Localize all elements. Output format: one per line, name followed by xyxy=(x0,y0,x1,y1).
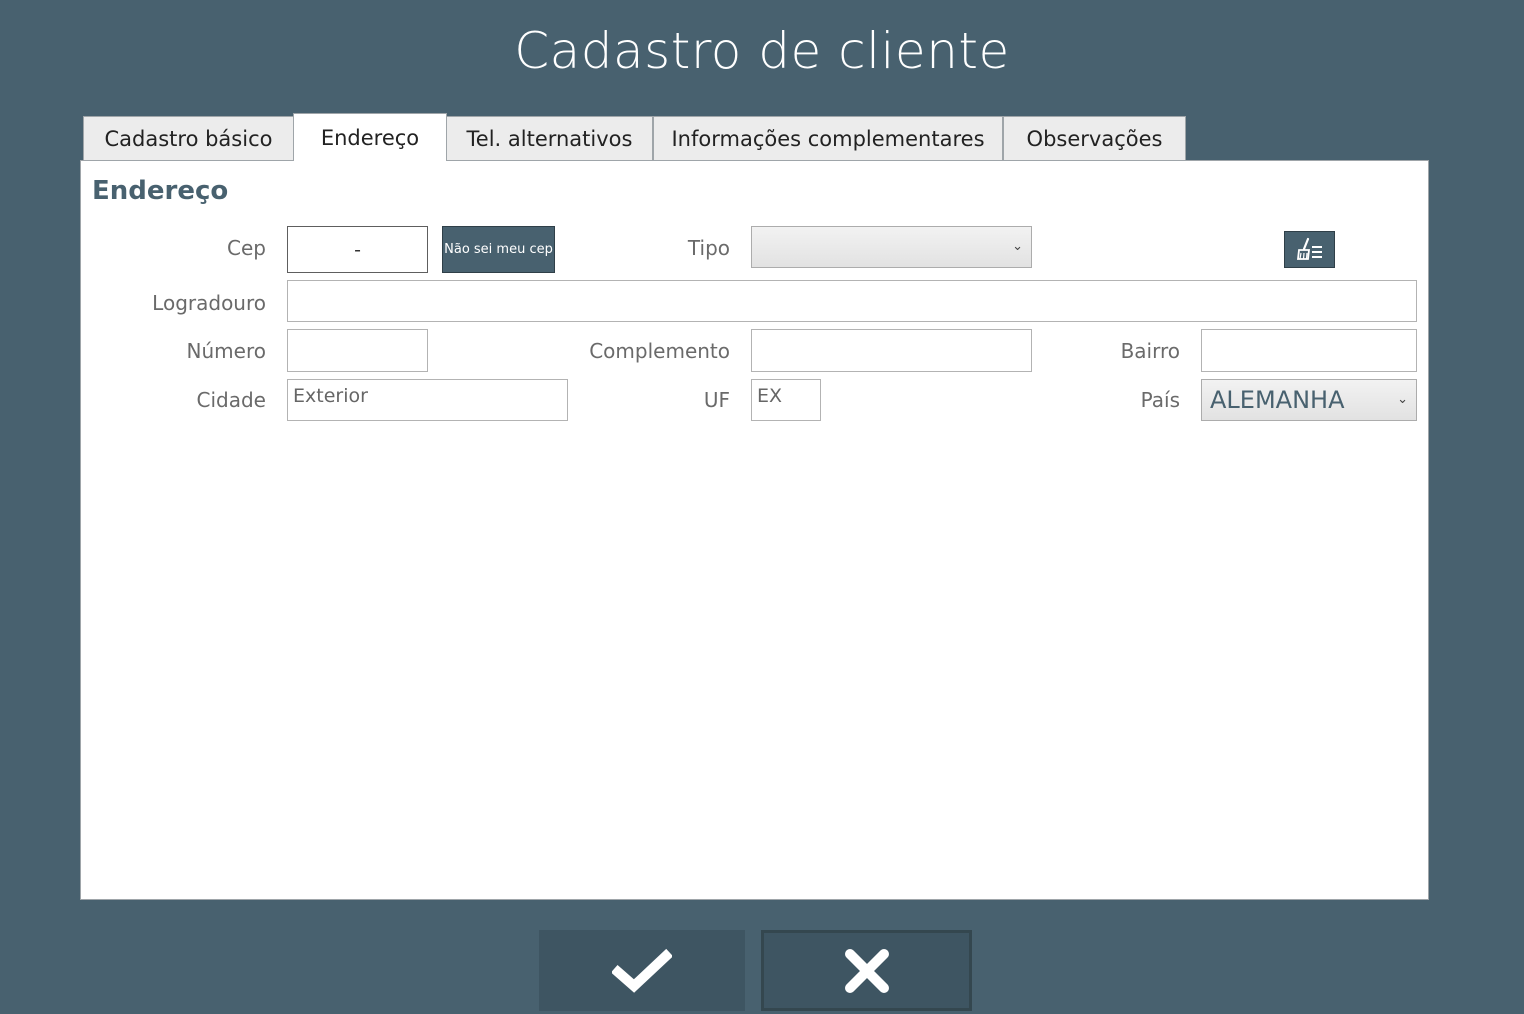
cidade-label: Cidade xyxy=(196,388,266,412)
cep-label: Cep xyxy=(227,236,266,260)
tab-label: Cadastro básico xyxy=(104,126,273,151)
uf-field: EX xyxy=(751,379,821,421)
pais-select-value: ALEMANHA xyxy=(1210,386,1345,414)
chevron-down-icon: ⌄ xyxy=(1012,238,1023,254)
clear-form-button[interactable] xyxy=(1284,231,1335,268)
cep-input[interactable] xyxy=(287,226,428,273)
tab-label: Informações complementares xyxy=(671,126,985,151)
bairro-label: Bairro xyxy=(1120,339,1180,363)
bairro-input[interactable] xyxy=(1201,329,1417,372)
confirm-button[interactable] xyxy=(539,930,745,1011)
tab-endereco[interactable]: Endereço xyxy=(293,113,447,161)
close-icon xyxy=(844,948,889,993)
tab-panel xyxy=(80,160,1429,900)
pais-label: País xyxy=(1140,388,1180,412)
tab-informacoes-complementares[interactable]: Informações complementares xyxy=(653,116,1003,160)
tab-label: Observações xyxy=(1026,126,1163,151)
logradouro-label: Logradouro xyxy=(152,291,266,315)
complemento-label: Complemento xyxy=(589,339,730,363)
cancel-button[interactable] xyxy=(761,930,972,1011)
numero-input[interactable] xyxy=(287,329,428,372)
tab-tel-alternativos[interactable]: Tel. alternativos xyxy=(446,116,653,160)
logradouro-input[interactable] xyxy=(287,280,1417,322)
complemento-input[interactable] xyxy=(751,329,1032,372)
window-title: Cadastro de cliente xyxy=(514,22,1010,80)
tipo-label: Tipo xyxy=(687,236,730,260)
checkmark-icon xyxy=(612,948,672,993)
pais-select[interactable]: ALEMANHA ⌄ xyxy=(1201,379,1417,421)
uf-label: UF xyxy=(703,388,730,412)
nao-sei-meu-cep-button[interactable]: Não sei meu cep xyxy=(442,226,555,273)
cidade-field: Exterior xyxy=(287,379,568,421)
numero-label: Número xyxy=(186,339,266,363)
section-title: Endereço xyxy=(92,176,229,206)
tab-observacoes[interactable]: Observações xyxy=(1003,116,1186,160)
tipo-select[interactable]: ⌄ xyxy=(751,226,1032,268)
tab-label: Endereço xyxy=(320,125,420,150)
tab-cadastro-basico[interactable]: Cadastro básico xyxy=(83,116,294,160)
tab-label: Tel. alternativos xyxy=(466,126,633,151)
broom-list-icon xyxy=(1296,237,1322,260)
chevron-down-icon: ⌄ xyxy=(1397,391,1408,407)
